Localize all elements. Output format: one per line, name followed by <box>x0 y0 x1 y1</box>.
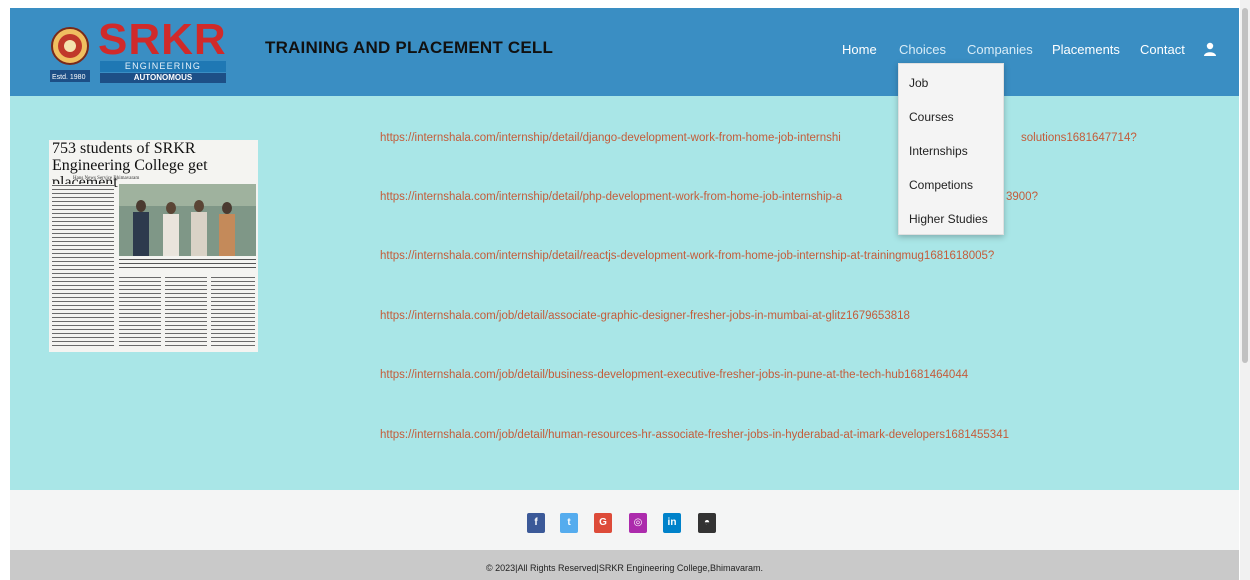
copyright-bar: © 2023|All Rights Reserved|SRKR Engineer… <box>10 550 1239 580</box>
dropdown-item-competitions[interactable]: Competions <box>909 178 973 192</box>
internship-link-tail[interactable]: 3900? <box>1006 191 1038 203</box>
newspaper-byline: Hans News Service Bhimavaram <box>73 176 140 181</box>
logo-estd: Estd. 1980 <box>52 74 86 81</box>
logo-word: SRKR <box>98 15 227 64</box>
internship-link[interactable]: https://internshala.com/internship/detai… <box>380 191 842 203</box>
newspaper-clipping: 753 students of SRKR Engineering College… <box>49 140 258 352</box>
linkedin-icon[interactable]: in <box>663 513 681 533</box>
github-icon[interactable]: ◓ <box>698 513 716 533</box>
copyright-text: © 2023|All Rights Reserved|SRKR Engineer… <box>486 563 763 573</box>
job-link[interactable]: https://internshala.com/job/detail/human… <box>380 429 1009 441</box>
newspaper-text-column <box>211 276 255 348</box>
dropdown-item-courses[interactable]: Courses <box>909 110 954 124</box>
job-link[interactable]: https://internshala.com/job/detail/assoc… <box>380 310 910 322</box>
newspaper-text-column <box>119 276 161 348</box>
internship-link[interactable]: https://internshala.com/internship/detai… <box>380 132 841 144</box>
instagram-icon[interactable]: ◎ <box>629 513 647 533</box>
newspaper-text-column <box>52 184 114 348</box>
nav-placements[interactable]: Placements <box>1052 42 1120 57</box>
twitter-icon[interactable]: t <box>560 513 578 533</box>
dropdown-item-job[interactable]: Job <box>909 76 928 90</box>
nav-home[interactable]: Home <box>842 42 877 57</box>
newspaper-caption <box>119 258 256 270</box>
nav-contact[interactable]: Contact <box>1140 42 1185 57</box>
newspaper-text-column <box>165 276 207 348</box>
job-link[interactable]: https://internshala.com/job/detail/busin… <box>380 369 968 381</box>
google-icon[interactable]: G <box>594 513 612 533</box>
nav-choices[interactable]: Choices <box>899 42 946 57</box>
scrollbar-thumb[interactable] <box>1242 8 1248 363</box>
dropdown-item-higher-studies[interactable]: Higher Studies <box>909 212 988 226</box>
navbar: Estd. 1980 SRKR ENGINEERING COLLEGE AUTO… <box>10 8 1239 96</box>
newspaper-photo <box>119 184 256 256</box>
social-bar: f t G ◎ in ◓ <box>10 490 1239 550</box>
content-area: 753 students of SRKR Engineering College… <box>10 96 1239 490</box>
page: Estd. 1980 SRKR ENGINEERING COLLEGE AUTO… <box>10 8 1239 580</box>
facebook-icon[interactable]: f <box>527 513 545 533</box>
logo-subtitle: ENGINEERING COLLEGE <box>100 61 226 82</box>
college-logo[interactable]: Estd. 1980 SRKR ENGINEERING COLLEGE AUTO… <box>50 18 230 84</box>
dropdown-item-internships[interactable]: Internships <box>909 144 968 158</box>
user-icon[interactable] <box>1203 42 1217 56</box>
logo-autonomous: AUTONOMOUS <box>100 73 226 83</box>
site-title: TRAINING AND PLACEMENT CELL <box>265 38 554 57</box>
choices-dropdown: Job Courses Internships Competions Highe… <box>898 63 1004 235</box>
internship-link-tail[interactable]: solutions1681647714? <box>1021 132 1137 144</box>
nav-companies[interactable]: Companies <box>967 42 1033 57</box>
internship-link[interactable]: https://internshala.com/internship/detai… <box>380 250 994 262</box>
